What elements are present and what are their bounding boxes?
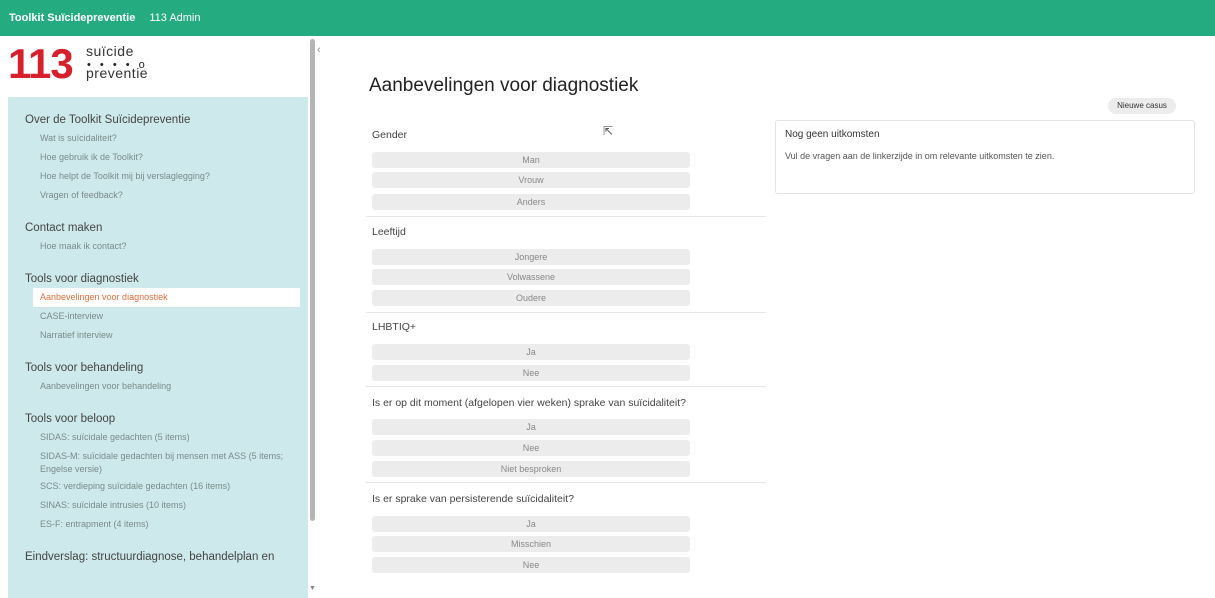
nav-section-eindverslag: Eindverslag: structuurdiagnose, behandel… bbox=[25, 551, 275, 563]
divider bbox=[366, 216, 766, 217]
mouse-pointer-icon: ⇱ bbox=[603, 124, 614, 138]
results-text: Vul de vragen aan de linkerzijde in om r… bbox=[785, 151, 1055, 161]
nav-item-sidas-m[interactable]: SIDAS-M: suïcidale gedachten bij mensen … bbox=[8, 447, 308, 477]
option-niet-besproken[interactable]: Niet besproken bbox=[372, 461, 690, 477]
page-title: Aanbevelingen voor diagnostiek bbox=[369, 75, 639, 96]
question-persisterend: Is er sprake van persisterende suïcidali… bbox=[372, 493, 574, 505]
option-volwassene[interactable]: Volwassene bbox=[372, 269, 690, 285]
divider bbox=[366, 386, 766, 387]
nav-item-feedback[interactable]: Vragen of feedback? bbox=[8, 186, 308, 205]
nav-item-aanbevelingen-diagnostiek[interactable]: Aanbevelingen voor diagnostiek bbox=[33, 288, 300, 307]
nav-section-contact: Contact maken bbox=[25, 222, 103, 234]
question-suicidaliteit: Is er op dit moment (afgelopen vier weke… bbox=[372, 397, 686, 409]
nav-item-case-interview[interactable]: CASE-interview bbox=[8, 307, 308, 326]
sidebar-nav: Over de Toolkit Suïcidepreventie Wat is … bbox=[8, 97, 308, 598]
scrollbar-thumb[interactable] bbox=[310, 39, 315, 521]
sidebar-scrollbar[interactable]: ▼ bbox=[309, 37, 316, 598]
divider bbox=[366, 482, 766, 483]
nav-item-wat-is[interactable]: Wat is suïcidaliteit? bbox=[8, 129, 308, 148]
results-title: Nog geen uitkomsten bbox=[785, 129, 880, 140]
option-man[interactable]: Man bbox=[372, 152, 690, 168]
question-leeftijd: Leeftijd bbox=[372, 226, 406, 238]
app-title[interactable]: Toolkit Suïcidepreventie bbox=[9, 12, 135, 24]
logo-word-suicide: suïcide bbox=[86, 43, 134, 59]
nav-item-sinas[interactable]: SINAS: suïcidale intrusies (10 items) bbox=[8, 496, 308, 515]
divider bbox=[366, 312, 766, 313]
option-ja[interactable]: Ja bbox=[372, 419, 690, 435]
nav-item-verslaglegging[interactable]: Hoe helpt de Toolkit mij bij verslaglegg… bbox=[8, 167, 308, 186]
new-case-button[interactable]: Nieuwe casus bbox=[1108, 98, 1176, 114]
results-panel: Nog geen uitkomsten Vul de vragen aan de… bbox=[775, 120, 1195, 194]
sidebar: 113 suïcide • • • • o preventie Over de … bbox=[8, 37, 308, 598]
option-nee[interactable]: Nee bbox=[372, 365, 690, 381]
question-lhbtiq: LHBTIQ+ bbox=[372, 321, 417, 333]
user-label[interactable]: 113 Admin bbox=[149, 12, 200, 24]
nav-item-sidas[interactable]: SIDAS: suïcidale gedachten (5 items) bbox=[8, 428, 308, 447]
logo-number: 113 bbox=[8, 40, 74, 87]
option-ja[interactable]: Ja bbox=[372, 516, 690, 532]
nav-section-beloop: Tools voor beloop bbox=[25, 413, 116, 425]
option-jongere[interactable]: Jongere bbox=[372, 249, 690, 265]
option-nee[interactable]: Nee bbox=[372, 440, 690, 456]
question-gender: Gender bbox=[372, 129, 408, 141]
nav-item-aanbevelingen-behandeling[interactable]: Aanbevelingen voor behandeling bbox=[8, 377, 308, 396]
nav-section-diagnostiek: Tools voor diagnostiek bbox=[25, 273, 139, 285]
option-vrouw[interactable]: Vrouw bbox=[372, 172, 690, 188]
nav-item-contact[interactable]: Hoe maak ik contact? bbox=[8, 237, 308, 256]
logo-word-preventie: preventie bbox=[86, 65, 149, 81]
option-ja[interactable]: Ja bbox=[372, 344, 690, 360]
scroll-down-arrow-icon[interactable]: ▼ bbox=[309, 585, 316, 592]
top-bar: Toolkit Suïcidepreventie 113 Admin bbox=[0, 0, 1215, 36]
logo[interactable]: 113 suïcide • • • • o preventie bbox=[8, 37, 308, 97]
collapse-sidebar-icon[interactable]: ‹ bbox=[317, 44, 321, 56]
nav-section-behandeling: Tools voor behandeling bbox=[25, 362, 144, 374]
option-misschien[interactable]: Misschien bbox=[372, 536, 690, 552]
option-nee[interactable]: Nee bbox=[372, 557, 690, 573]
option-oudere[interactable]: Oudere bbox=[372, 290, 690, 306]
option-anders[interactable]: Anders bbox=[372, 194, 690, 210]
nav-section-over: Over de Toolkit Suïcidepreventie bbox=[25, 114, 191, 126]
nav-item-es-f[interactable]: ES-F: entrapment (4 items) bbox=[8, 515, 308, 534]
nav-item-hoe-gebruik[interactable]: Hoe gebruik ik de Toolkit? bbox=[8, 148, 308, 167]
nav-item-narratief-interview[interactable]: Narratief interview bbox=[8, 326, 308, 345]
nav-item-scs[interactable]: SCS: verdieping suïcidale gedachten (16 … bbox=[8, 477, 308, 496]
